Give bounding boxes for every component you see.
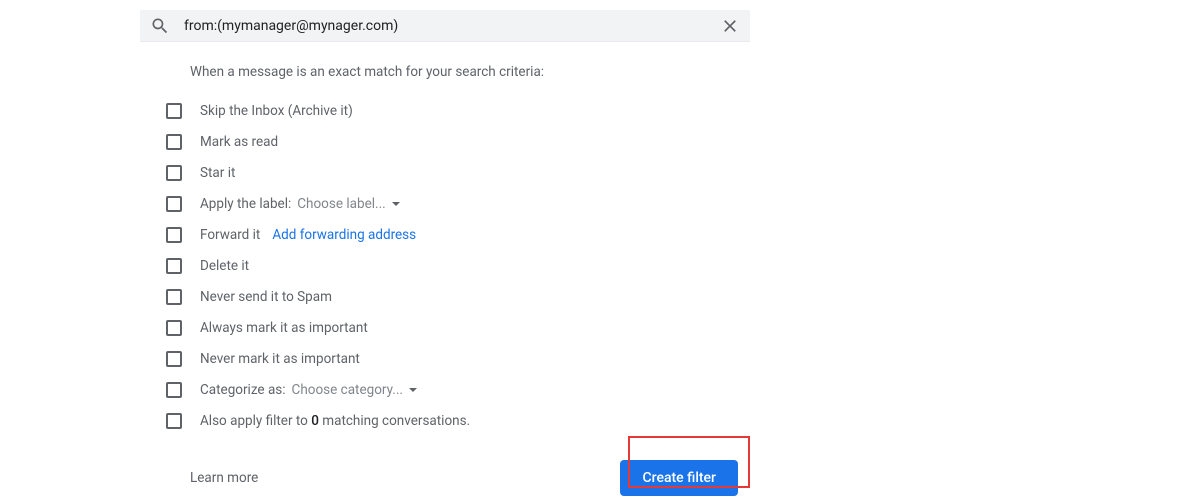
label-delete: Delete it [200, 258, 249, 274]
checkbox-categorize[interactable] [166, 382, 182, 398]
search-bar: from:(mymanager@mynager.com) [140, 10, 750, 42]
option-never-important: Never mark it as important [166, 343, 750, 374]
label-also-apply: Also apply filter to 0 matching conversa… [200, 413, 470, 429]
label-always-important: Always mark it as important [200, 320, 368, 336]
checkbox-forward[interactable] [166, 227, 182, 243]
checkbox-skip-inbox[interactable] [166, 103, 182, 119]
option-also-apply: Also apply filter to 0 matching conversa… [166, 405, 750, 436]
instruction-text: When a message is an exact match for you… [190, 64, 750, 80]
also-apply-prefix: Also apply filter to [200, 413, 311, 429]
filter-dialog: from:(mymanager@mynager.com) When a mess… [140, 10, 750, 496]
dropdown-choose-label[interactable]: Choose label... [297, 196, 399, 212]
create-filter-button[interactable]: Create filter [620, 460, 738, 496]
dropdown-choose-category[interactable]: Choose category... [292, 382, 417, 398]
option-always-important: Always mark it as important [166, 312, 750, 343]
checkbox-star[interactable] [166, 165, 182, 181]
option-mark-read: Mark as read [166, 126, 750, 157]
also-apply-suffix: matching conversations. [319, 413, 470, 429]
close-icon[interactable] [720, 16, 740, 36]
option-skip-inbox: Skip the Inbox (Archive it) [166, 95, 750, 126]
dialog-footer: Learn more Create filter [190, 460, 750, 496]
label-categorize: Categorize as: [200, 382, 286, 398]
filter-options: Skip the Inbox (Archive it) Mark as read… [166, 95, 750, 436]
checkbox-mark-read[interactable] [166, 134, 182, 150]
search-icon [150, 16, 170, 36]
option-forward: Forward it Add forwarding address [166, 219, 750, 250]
label-apply-label: Apply the label: [200, 196, 291, 212]
checkbox-always-important[interactable] [166, 320, 182, 336]
dropdown-choose-category-text: Choose category... [292, 382, 403, 398]
label-never-important: Never mark it as important [200, 351, 360, 367]
filter-content: When a message is an exact match for you… [140, 42, 750, 496]
option-apply-label: Apply the label: Choose label... [166, 188, 750, 219]
also-apply-count: 0 [311, 413, 319, 429]
dropdown-choose-label-text: Choose label... [297, 196, 385, 212]
option-categorize: Categorize as: Choose category... [166, 374, 750, 405]
checkbox-delete[interactable] [166, 258, 182, 274]
option-star: Star it [166, 157, 750, 188]
checkbox-never-important[interactable] [166, 351, 182, 367]
checkbox-also-apply[interactable] [166, 413, 182, 429]
search-query[interactable]: from:(mymanager@mynager.com) [184, 18, 720, 34]
checkbox-never-spam[interactable] [166, 289, 182, 305]
link-add-forwarding[interactable]: Add forwarding address [272, 227, 416, 243]
label-mark-read: Mark as read [200, 134, 278, 150]
caret-down-icon [392, 202, 400, 206]
label-never-spam: Never send it to Spam [200, 289, 332, 305]
label-skip-inbox: Skip the Inbox (Archive it) [200, 103, 353, 119]
checkbox-apply-label[interactable] [166, 196, 182, 212]
option-delete: Delete it [166, 250, 750, 281]
link-learn-more[interactable]: Learn more [190, 470, 258, 486]
label-forward: Forward it [200, 227, 260, 243]
option-never-spam: Never send it to Spam [166, 281, 750, 312]
label-star: Star it [200, 165, 235, 181]
caret-down-icon [409, 388, 417, 392]
